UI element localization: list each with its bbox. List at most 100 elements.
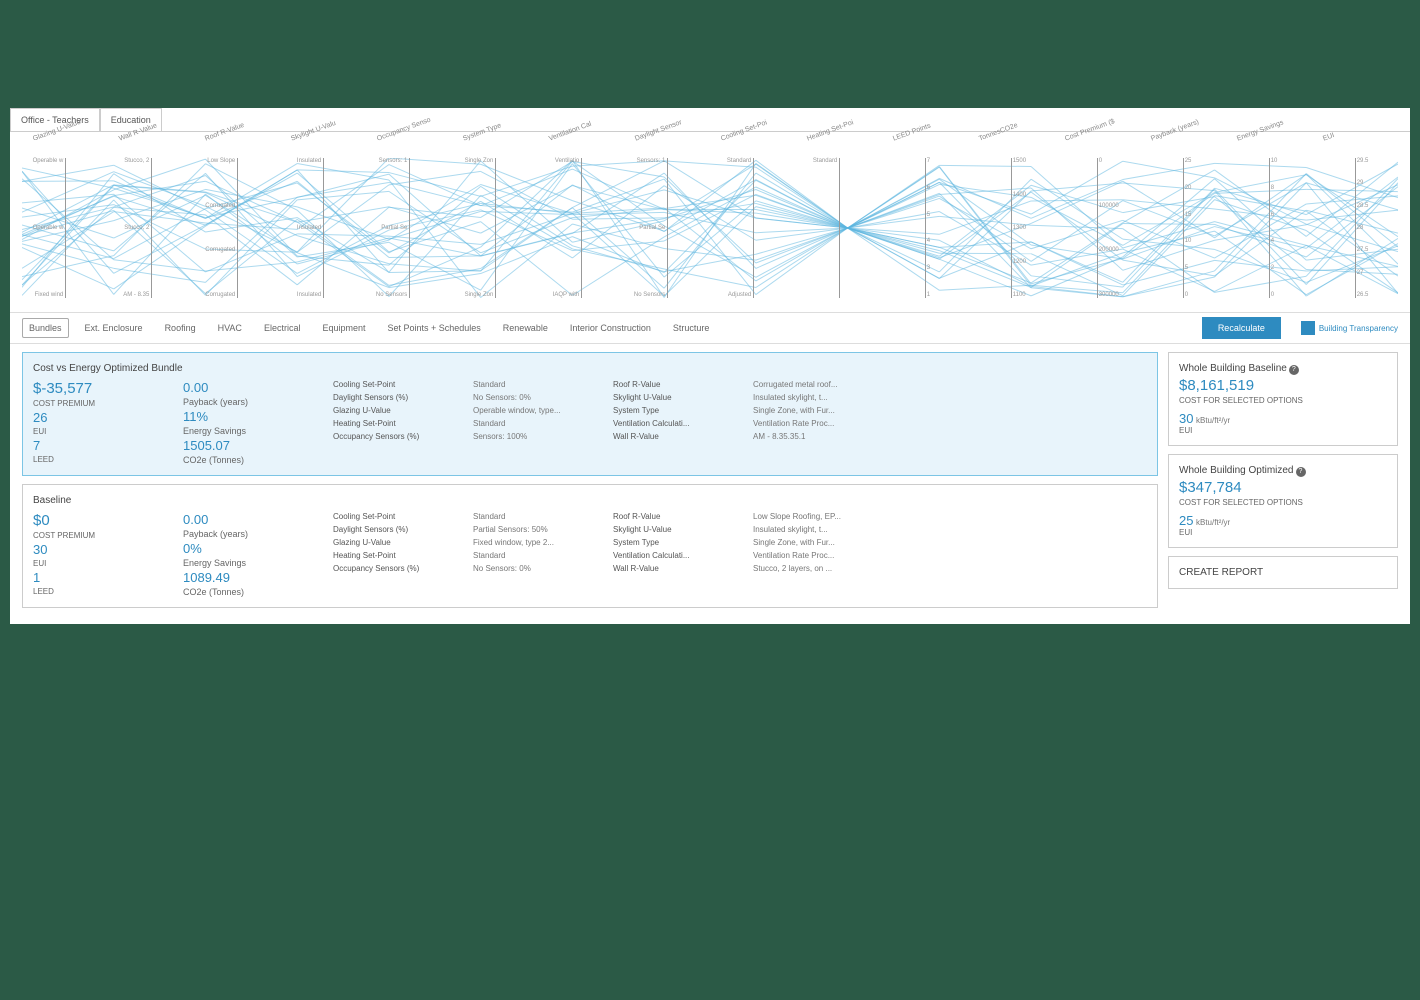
axis-ticks: 1086420 xyxy=(1271,158,1278,298)
param-value: Standard xyxy=(473,419,603,428)
building-icon xyxy=(1301,321,1315,335)
recalculate-button[interactable]: Recalculate xyxy=(1202,317,1281,339)
axis-3[interactable]: Skylight U-ValuInsulatedInsulatedInsulat… xyxy=(280,140,366,304)
axis-5[interactable]: System TypeSingle ZonSingle Zon xyxy=(452,140,538,304)
help-icon[interactable]: ? xyxy=(1289,365,1299,375)
metric-paybackLbl: Payback (years) xyxy=(183,397,323,407)
axis-10[interactable]: LEED Points765431 xyxy=(882,140,968,304)
axis-ticks: VentilatioIAQP with xyxy=(553,158,580,298)
baseline-summary-card: Whole Building Baseline? $8,161,519 COST… xyxy=(1168,352,1398,446)
bundle-card-1[interactable]: Baseline$0COST PREMIUM30EUI1LEED0.00Payb… xyxy=(22,484,1158,608)
axis-9[interactable]: Heating Set-PoiStandard xyxy=(796,140,882,304)
param-value: Stucco, 2 layers, on ... xyxy=(753,564,1147,573)
axis-15[interactable]: EUI29.52928.52827.52726.5 xyxy=(1312,140,1398,304)
param-label: System Type xyxy=(613,538,743,547)
optimized-eui: 25 xyxy=(1179,513,1193,528)
metric-savings: 11% xyxy=(183,409,323,424)
category-tab-set-points-schedules[interactable]: Set Points + Schedules xyxy=(381,319,486,337)
param-value: Partial Sensors: 50% xyxy=(473,525,603,534)
param-value: Ventilation Rate Proc... xyxy=(753,551,1147,560)
category-tab-roofing[interactable]: Roofing xyxy=(159,319,202,337)
metric-leed: 1 xyxy=(33,570,173,585)
param-label: Ventilation Calculati... xyxy=(613,419,743,428)
axis-ticks: Standard xyxy=(813,158,837,298)
axis-line xyxy=(151,158,152,298)
create-report-card[interactable]: CREATE REPORT xyxy=(1168,556,1398,589)
param-label: Daylight Sensors (%) xyxy=(333,393,463,402)
axis-6[interactable]: Ventilation CalVentilatioIAQP with xyxy=(538,140,624,304)
category-tabs: Bundles Ext. Enclosure Roofing HVAC Electric… xyxy=(10,312,1410,344)
param-value: Corrugated metal roof... xyxy=(753,380,1147,389)
top-tabs: Office - Teachers Education xyxy=(10,108,1410,132)
metric-leed: 7 xyxy=(33,438,173,453)
category-tab-renewable[interactable]: Renewable xyxy=(497,319,554,337)
axis-0[interactable]: Glazing U-ValueOperable wOperable wFixed… xyxy=(22,140,108,304)
metric-cost: $-35,577 xyxy=(33,380,173,397)
param-label: Roof R-Value xyxy=(613,380,743,389)
optimized-cost-label: COST FOR SELECTED OPTIONS xyxy=(1179,498,1387,507)
category-tab-equipment[interactable]: Equipment xyxy=(316,319,371,337)
param-label: Heating Set-Point xyxy=(333,419,463,428)
main-content: Cost vs Energy Optimized Bundle $-35,577 C… xyxy=(10,344,1410,624)
building-transparency-logo[interactable]: Building Transparency xyxy=(1301,321,1398,335)
param-label: Skylight U-Value xyxy=(613,525,743,534)
axis-ticks: 15001400130012001100 xyxy=(1013,158,1026,298)
axis-line xyxy=(581,158,582,298)
param-label: Wall R-Value xyxy=(613,564,743,573)
metric-co2Lbl: CO2e (Tonnes) xyxy=(183,455,323,465)
bundle-title: Baseline xyxy=(33,495,1147,506)
param-value: Operable window, type... xyxy=(473,406,603,415)
metric-euiLbl: EUI xyxy=(33,427,173,436)
axis-ticks: Operable wOperable wFixed wind xyxy=(33,158,64,298)
param-value: Single Zone, with Fur... xyxy=(753,538,1147,547)
metric-savingsLbl: Energy Savings xyxy=(183,558,323,568)
metric-co2: 1505.07 xyxy=(183,438,323,453)
category-tab-bundles[interactable]: Bundles xyxy=(22,318,69,338)
axis-ticks: 29.52928.52827.52726.5 xyxy=(1357,158,1369,298)
axis-14[interactable]: Energy Savings1086420 xyxy=(1226,140,1312,304)
side-column: Whole Building Baseline? $8,161,519 COST… xyxy=(1168,352,1398,616)
axis-13[interactable]: Payback (years)2520151050 xyxy=(1140,140,1226,304)
axis-line xyxy=(409,158,410,298)
param-value: Standard xyxy=(473,512,603,521)
category-tab-ext-enclosure[interactable]: Ext. Enclosure xyxy=(79,319,149,337)
metric-costLbl: COST PREMIUM xyxy=(33,399,173,408)
param-label: Daylight Sensors (%) xyxy=(333,525,463,534)
bundle-title: Cost vs Energy Optimized Bundle xyxy=(33,363,1147,374)
metric-co2: 1089.49 xyxy=(183,570,323,585)
axis-ticks: 0100000200000300000 xyxy=(1099,158,1119,298)
parallel-coordinates-chart[interactable]: Glazing U-ValueOperable wOperable wFixed… xyxy=(10,132,1410,312)
baseline-title: Whole Building Baseline xyxy=(1179,363,1287,374)
axis-ticks: Sensors: 1Partial SeNo Sensors xyxy=(634,158,665,298)
metric-cost: $0 xyxy=(33,512,173,529)
axis-4[interactable]: Occupancy SensoSensors: 1Partial SeNo Se… xyxy=(366,140,452,304)
category-tab-interior-construction[interactable]: Interior Construction xyxy=(564,319,657,337)
category-tab-structure[interactable]: Structure xyxy=(667,319,716,337)
metric-leedLbl: LEED xyxy=(33,587,173,596)
param-label: Glazing U-Value xyxy=(333,538,463,547)
category-tab-hvac[interactable]: HVAC xyxy=(212,319,248,337)
axis-7[interactable]: Daylight SensorSensors: 1Partial SeNo Se… xyxy=(624,140,710,304)
axis-12[interactable]: Cost Premium ($0100000200000300000 xyxy=(1054,140,1140,304)
bundle-card-0[interactable]: Cost vs Energy Optimized Bundle $-35,577 C… xyxy=(22,352,1158,476)
metric-eui: 26 xyxy=(33,410,173,425)
metric-payback: 0.00 xyxy=(183,380,323,395)
help-icon[interactable]: ? xyxy=(1296,467,1306,477)
axis-2[interactable]: Roof R-ValueLow SlopeCorrugatedCorrugate… xyxy=(194,140,280,304)
axis-1[interactable]: Wall R-ValueStucco, 2Stucco, 2AM - 8.35 xyxy=(108,140,194,304)
param-value: Low Slope Roofing, EP... xyxy=(753,512,1147,521)
param-value: Single Zone, with Fur... xyxy=(753,406,1147,415)
baseline-cost: $8,161,519 xyxy=(1179,377,1387,394)
param-label: Roof R-Value xyxy=(613,512,743,521)
category-tab-electrical[interactable]: Electrical xyxy=(258,319,307,337)
optimized-cost: $347,784 xyxy=(1179,479,1387,496)
axis-11[interactable]: TonnesCO2e15001400130012001100 xyxy=(968,140,1054,304)
bt-label: Building Transparency xyxy=(1319,324,1398,333)
axis-8[interactable]: Cooling Set-PoiStandardAdjusted xyxy=(710,140,796,304)
param-label: Cooling Set-Point xyxy=(333,512,463,521)
create-report-label: CREATE REPORT xyxy=(1179,567,1387,578)
param-value: Insulated skylight, t... xyxy=(753,525,1147,534)
metric-savingsLbl: Energy Savings xyxy=(183,426,323,436)
metric-co2Lbl: CO2e (Tonnes) xyxy=(183,587,323,597)
param-value: Ventilation Rate Proc... xyxy=(753,419,1147,428)
